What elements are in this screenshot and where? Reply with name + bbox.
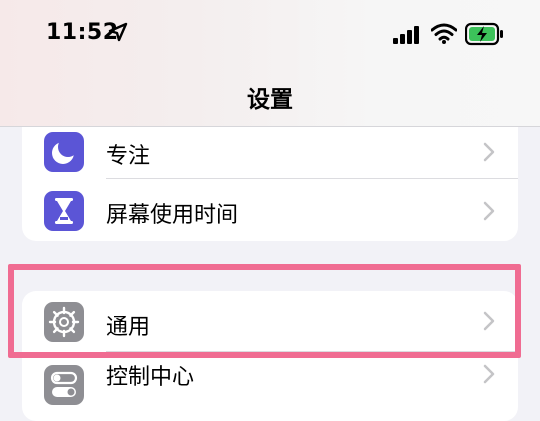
page-title: 设置 [247,87,293,113]
settings-row-focus[interactable]: 专注 [22,127,518,183]
cellular-signal-icon [393,26,419,44]
screen-time-app-icon [44,191,84,231]
highlight-box [8,264,521,358]
toggles-icon [50,371,78,397]
focus-app-icon [44,132,84,172]
wifi-icon [431,23,457,44]
chevron-right-icon [483,364,495,384]
settings-row-control-center[interactable]: 控制中心 [22,352,518,414]
settings-group-focus: 专注 屏幕使用时间 [22,127,518,241]
settings-row-label: 控制中心 [106,365,195,390]
battery-charging-icon [465,22,503,46]
settings-row-screen-time[interactable]: 屏幕使用时间 [22,179,518,241]
settings-row-label: 屏幕使用时间 [106,203,239,228]
control-center-app-icon [44,365,84,405]
settings-row-label: 专注 [106,144,151,169]
top-bar: 11:52 设置 [0,0,540,127]
chevron-right-icon [483,201,495,221]
moon-icon [52,137,78,164]
hourglass-icon [55,198,73,224]
chevron-right-icon [483,142,495,162]
location-arrow-icon [108,22,128,42]
